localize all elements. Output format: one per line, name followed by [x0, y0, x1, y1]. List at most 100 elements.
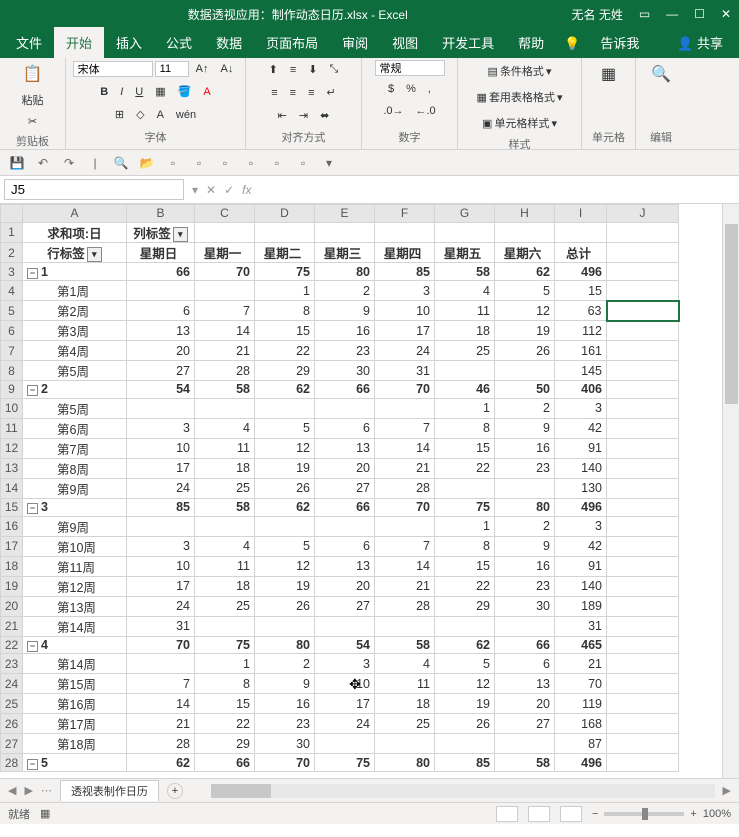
cell[interactable]: 3 — [375, 281, 435, 301]
cell[interactable] — [607, 556, 679, 576]
row-header[interactable]: 10 — [1, 398, 23, 418]
cell[interactable]: 19 — [435, 694, 495, 714]
col-header-B[interactable]: B — [127, 205, 195, 223]
cell[interactable] — [127, 398, 195, 418]
cell[interactable] — [375, 398, 435, 418]
cell[interactable]: 24 — [127, 596, 195, 616]
cell[interactable]: 3 — [555, 398, 607, 418]
cell[interactable]: 80 — [255, 636, 315, 654]
cell[interactable]: 119 — [555, 694, 607, 714]
cell[interactable] — [195, 281, 255, 301]
cell[interactable] — [435, 478, 495, 498]
cell[interactable]: 87 — [555, 734, 607, 754]
undo-icon[interactable]: ↶ — [34, 154, 52, 172]
cell[interactable]: 496 — [555, 498, 607, 516]
cell[interactable] — [435, 616, 495, 636]
italic-button[interactable]: I — [115, 83, 128, 101]
borders-icon[interactable]: ⊞ — [110, 105, 129, 124]
cell[interactable]: 9 — [495, 536, 555, 556]
cell[interactable]: 25 — [195, 478, 255, 498]
cell[interactable]: 18 — [195, 458, 255, 478]
align-middle-icon[interactable]: ≡ — [285, 61, 301, 79]
cell[interactable]: 17 — [127, 458, 195, 478]
cell[interactable]: 62 — [127, 754, 195, 772]
cell[interactable] — [607, 654, 679, 674]
status-record-icon[interactable]: ▦ — [40, 807, 50, 820]
cell[interactable]: 28 — [375, 478, 435, 498]
detail-row[interactable]: 第7周 — [23, 438, 127, 458]
row-header[interactable]: 3 — [1, 263, 23, 281]
cell[interactable]: 112 — [555, 321, 607, 341]
group-row[interactable]: −2 — [23, 381, 127, 399]
cell[interactable] — [607, 754, 679, 772]
pivot-measure[interactable]: 求和项:日 — [23, 222, 127, 242]
cell[interactable]: 31 — [375, 361, 435, 381]
cell[interactable]: 58 — [495, 754, 555, 772]
horizontal-scrollbar[interactable] — [211, 784, 715, 798]
cell[interactable]: 13 — [495, 674, 555, 694]
cell[interactable]: 6 — [127, 301, 195, 321]
cell[interactable]: 18 — [375, 694, 435, 714]
cell[interactable] — [607, 734, 679, 754]
cell[interactable]: 42 — [555, 536, 607, 556]
cell[interactable] — [607, 341, 679, 361]
row-header[interactable]: 7 — [1, 341, 23, 361]
col-header-F[interactable]: F — [375, 205, 435, 223]
cell[interactable]: 14 — [375, 556, 435, 576]
detail-row[interactable]: 第3周 — [23, 321, 127, 341]
cell[interactable] — [315, 516, 375, 536]
row-header[interactable]: 2 — [1, 243, 23, 263]
col-header-H[interactable]: H — [495, 205, 555, 223]
fx-icon[interactable]: fx — [242, 183, 251, 197]
number-format[interactable] — [375, 60, 445, 76]
tab-review[interactable]: 审阅 — [330, 27, 380, 58]
cell[interactable]: 22 — [435, 458, 495, 478]
shrink-font-icon[interactable]: A↓ — [216, 60, 239, 78]
cell[interactable]: 10 — [127, 556, 195, 576]
cell[interactable]: 21 — [195, 341, 255, 361]
tab-data[interactable]: 数据 — [204, 27, 254, 58]
cell[interactable]: 70 — [127, 636, 195, 654]
cell[interactable]: 75 — [315, 754, 375, 772]
cell[interactable]: 15 — [195, 694, 255, 714]
cell[interactable]: 8 — [195, 674, 255, 694]
row-header[interactable]: 26 — [1, 714, 23, 734]
cell[interactable]: 19 — [255, 458, 315, 478]
cell[interactable]: 2 — [495, 516, 555, 536]
open-icon[interactable]: 📂 — [138, 154, 156, 172]
cell[interactable]: 3 — [127, 536, 195, 556]
cell[interactable] — [607, 674, 679, 694]
cell[interactable]: 7 — [195, 301, 255, 321]
cell[interactable]: 12 — [435, 674, 495, 694]
view-layout-icon[interactable] — [528, 806, 550, 822]
cell[interactable]: 58 — [375, 636, 435, 654]
col-header-G[interactable]: G — [435, 205, 495, 223]
cell[interactable] — [375, 516, 435, 536]
cell[interactable]: 13 — [127, 321, 195, 341]
cell[interactable]: 50 — [495, 381, 555, 399]
cell[interactable]: 15 — [435, 438, 495, 458]
share-button[interactable]: 👤 共享 — [665, 27, 735, 58]
cancel-formula-icon[interactable]: ✕ — [206, 183, 216, 197]
cell[interactable]: 7 — [127, 674, 195, 694]
cell[interactable]: 21 — [127, 714, 195, 734]
cell[interactable]: 85 — [435, 754, 495, 772]
col-header-A[interactable]: A — [23, 205, 127, 223]
cell[interactable]: 23 — [495, 458, 555, 478]
zoom-level[interactable]: 100% — [703, 808, 731, 820]
detail-row[interactable]: 第12周 — [23, 576, 127, 596]
indent-inc-icon[interactable]: ⇥ — [294, 106, 313, 125]
col-header-C[interactable]: C — [195, 205, 255, 223]
cell[interactable] — [495, 734, 555, 754]
cell[interactable]: 17 — [375, 321, 435, 341]
detail-row[interactable]: 第2周 — [23, 301, 127, 321]
row-header[interactable]: 1 — [1, 222, 23, 242]
cell[interactable]: 91 — [555, 556, 607, 576]
tab-file[interactable]: 文件 — [4, 27, 54, 58]
cell[interactable]: 28 — [195, 361, 255, 381]
tab-insert[interactable]: 插入 — [104, 27, 154, 58]
detail-row[interactable]: 第17周 — [23, 714, 127, 734]
detail-row[interactable]: 第9周 — [23, 478, 127, 498]
cell[interactable]: 11 — [195, 438, 255, 458]
cut-icon[interactable]: ✂ — [23, 112, 42, 131]
